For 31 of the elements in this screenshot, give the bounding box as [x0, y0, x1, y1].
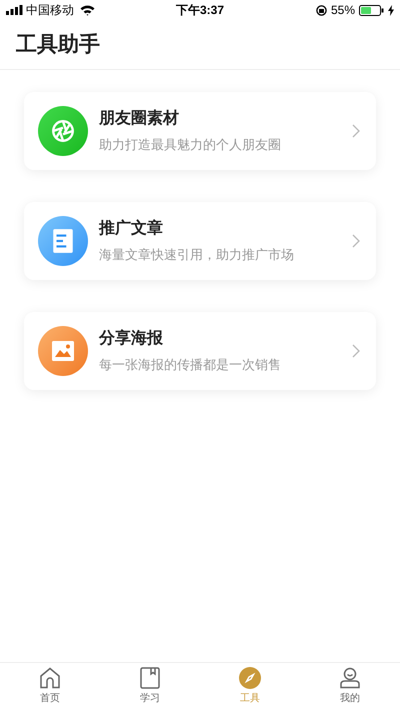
tab-item[interactable]: 首页	[0, 663, 100, 710]
rotation-lock-icon	[316, 4, 327, 16]
battery-icon	[359, 4, 384, 16]
aperture-icon	[38, 106, 88, 156]
card-title: 推广文章	[99, 219, 164, 239]
card-subtitle: 每一张海报的传播都是一次销售	[99, 356, 282, 373]
person-icon	[339, 667, 361, 689]
card-subtitle: 助力打造最具魅力的个人朋友圈	[99, 136, 282, 153]
page-title: 工具助手	[16, 32, 100, 58]
signal-icon	[6, 5, 23, 15]
carrier-name: 中国移动	[26, 2, 74, 19]
wifi-icon	[80, 4, 95, 16]
charging-icon	[388, 4, 394, 16]
chevron-right-icon	[352, 234, 360, 248]
book-icon	[140, 667, 160, 689]
status-time: 下午3:37	[176, 2, 224, 19]
card-title: 朋友圈素材	[99, 109, 180, 129]
battery-percent: 55%	[330, 2, 355, 19]
tool-card[interactable]: 朋友圈素材 助力打造最具魅力的个人朋友圈	[24, 92, 376, 170]
card-title: 分享海报	[99, 329, 164, 349]
tool-card[interactable]: 分享海报 每一张海报的传播都是一次销售	[24, 312, 376, 390]
tab-item[interactable]: 我的	[300, 663, 400, 710]
tool-card[interactable]: 推广文章 海量文章快速引用，助力推广市场	[24, 202, 376, 280]
image-icon	[38, 326, 88, 376]
card-subtitle: 海量文章快速引用，助力推广市场	[99, 246, 295, 263]
document-icon	[38, 216, 88, 266]
chevron-right-icon	[352, 124, 360, 138]
home-icon	[39, 667, 61, 689]
tab-item[interactable]: 学习	[100, 663, 200, 710]
compass-icon	[239, 667, 261, 689]
chevron-right-icon	[352, 344, 360, 358]
